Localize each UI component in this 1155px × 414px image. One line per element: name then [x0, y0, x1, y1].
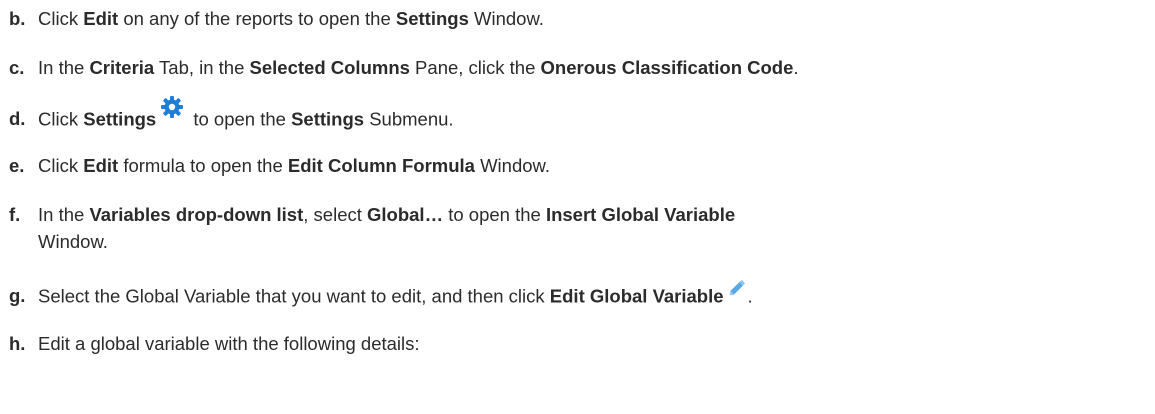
step-text: on any of the reports to open the [118, 8, 396, 29]
step-bold-text: Edit [83, 8, 119, 29]
step-text: Select the Global Variable that you want… [38, 285, 550, 307]
step-letter: b. [9, 8, 26, 29]
step-text: . [793, 57, 799, 78]
step-bold-text: Edit Global Variable [549, 285, 724, 307]
step-letter: h. [9, 333, 26, 354]
step-bold-text: Edit [83, 155, 119, 176]
step-letter: f. [9, 204, 21, 225]
step-g: g. Select the Global Variable that you wa… [9, 279, 753, 312]
step-letter: g. [9, 285, 26, 307]
step-e: e. Click Edit formula to open the Edit Co… [9, 153, 550, 179]
settings-gear-icon [160, 95, 184, 126]
step-bold-text: Global… [367, 204, 444, 225]
step-text: Edit a global variable with the followin… [38, 333, 420, 354]
step-text: , select [303, 204, 368, 225]
step-text: Click [38, 108, 84, 130]
step-bold-text: Settings [83, 108, 157, 130]
step-letter: e. [9, 155, 25, 176]
step-bold-text: Onerous Classification Code [540, 57, 794, 78]
step-b: b. Click Edit on any of the reports to op… [9, 6, 544, 32]
step-letter: d. [9, 108, 26, 130]
step-bold-text: Insert Global Variable [545, 204, 736, 225]
step-text: Click [38, 155, 84, 176]
step-bold-text: Variables drop-down list [89, 204, 304, 225]
edit-pencil-icon [726, 277, 748, 306]
step-letter: c. [9, 57, 25, 78]
step-text: Tab, in the [154, 57, 250, 78]
step-h: h. Edit a global variable with the follow… [9, 331, 420, 357]
step-bold-text: Selected Columns [249, 57, 410, 78]
step-text: Window. [468, 8, 544, 29]
step-text: In the [38, 204, 90, 225]
step-text: Window. [474, 155, 551, 176]
step-bold-text: Edit Column Formula [287, 155, 475, 176]
step-d: d. Click Settings to open the Settings Su… [9, 96, 454, 136]
step-text: to open the [188, 108, 292, 130]
step-c: c. In the Criteria Tab, in the Selected C… [9, 55, 799, 81]
step-f: f. In the Variables drop-down list, selec… [9, 202, 735, 228]
step-text: Pane, click the [409, 57, 541, 78]
step-text: formula to open the [118, 155, 288, 176]
step-text: Click [38, 8, 84, 29]
step-text: In the [38, 57, 90, 78]
step-text: . [747, 285, 753, 307]
step-f-continuation: Window. [38, 231, 108, 252]
step-bold-text: Settings [291, 108, 365, 130]
step-bold-text: Settings [395, 8, 469, 29]
step-text: to open the [443, 204, 546, 225]
step-text: Submenu. [364, 108, 454, 130]
step-bold-text: Criteria [89, 57, 155, 78]
